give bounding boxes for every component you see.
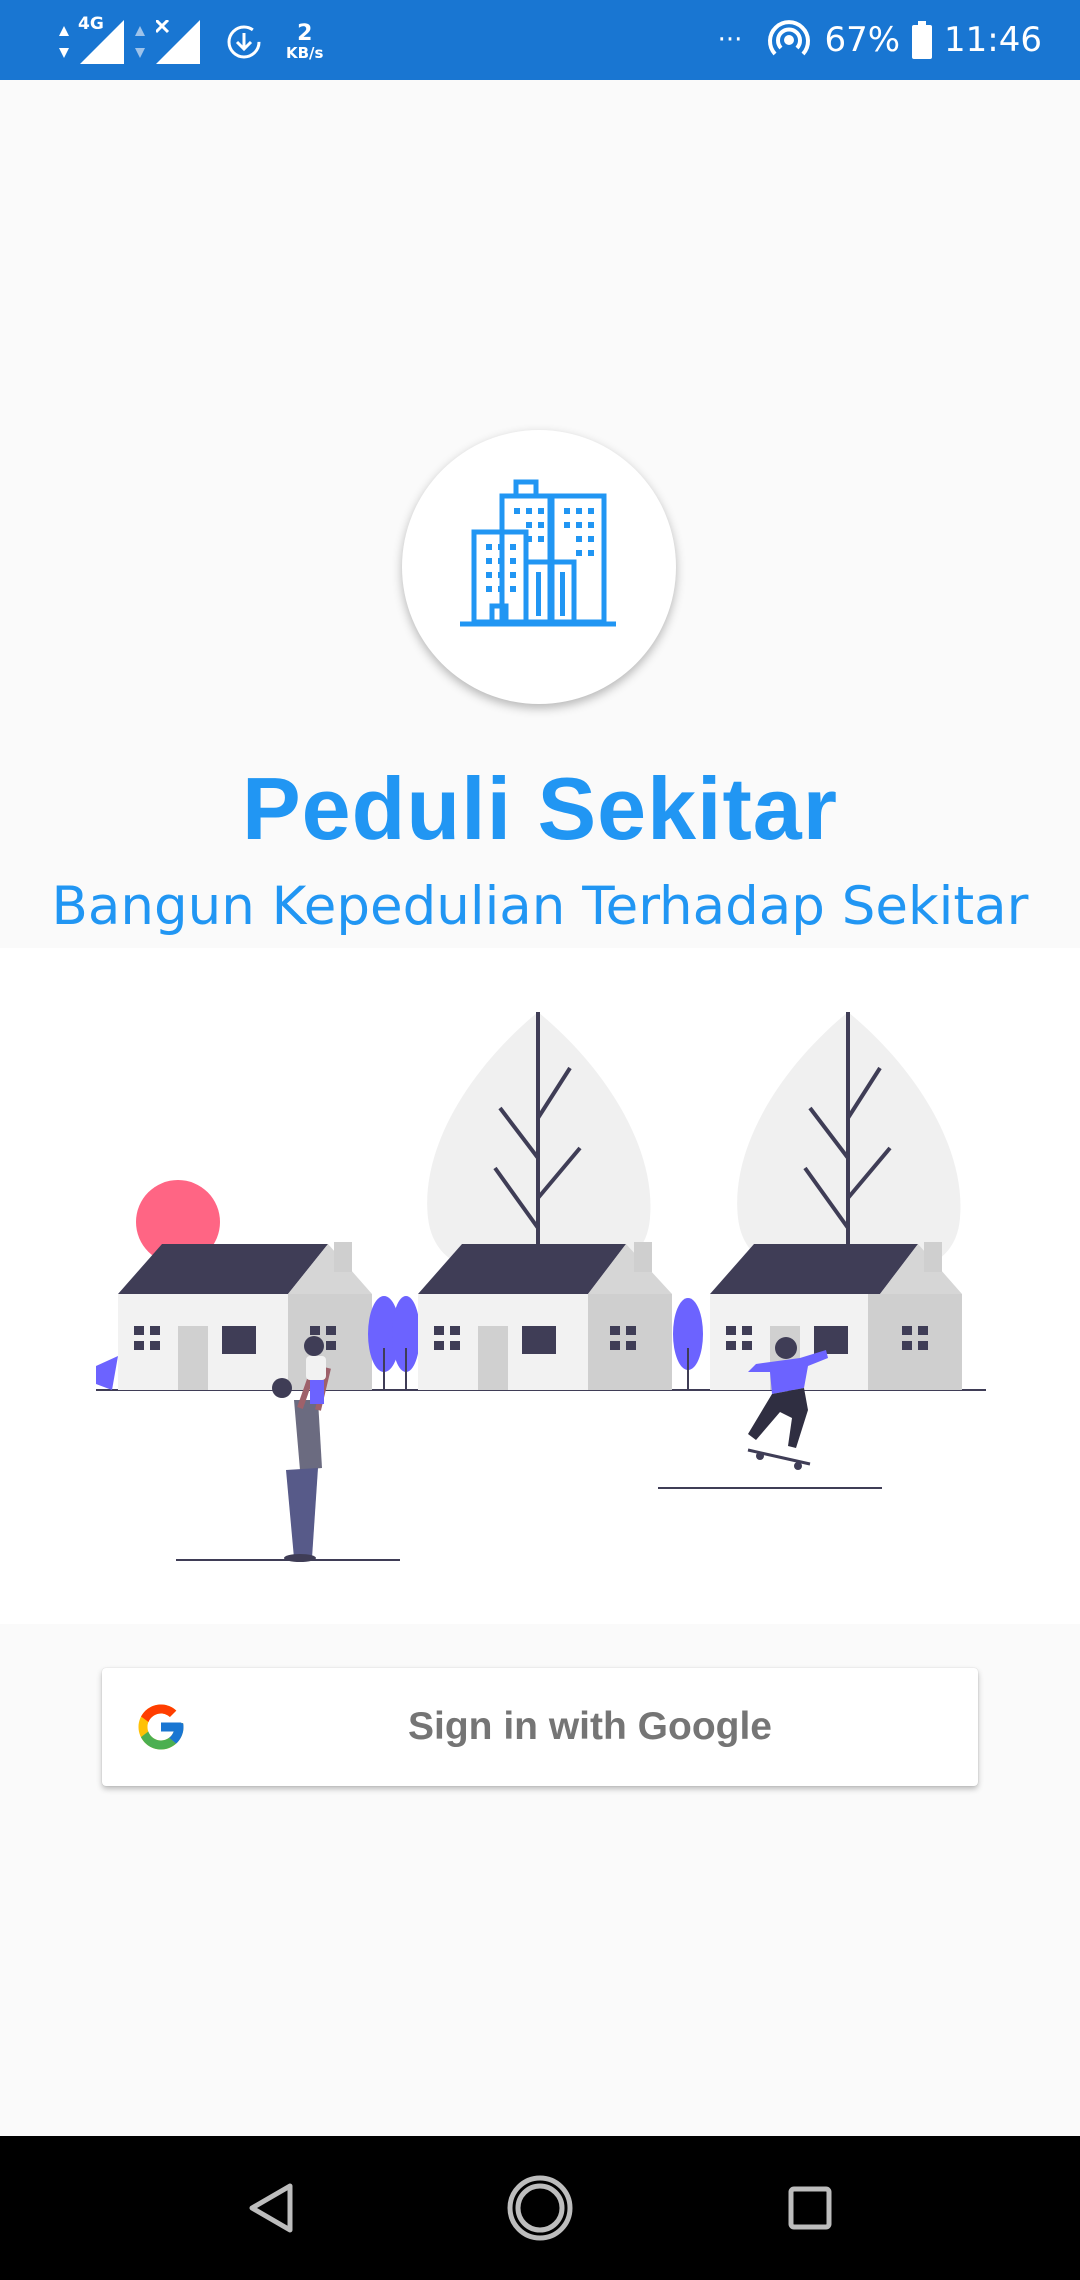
status-right-icons: ··· 67% 11:46 <box>718 0 1042 80</box>
city-buildings-icon <box>460 479 616 627</box>
navigation-bar <box>0 2136 1080 2280</box>
home-icon[interactable] <box>505 2173 575 2243</box>
data-arrows-icon-2 <box>135 26 145 58</box>
app-title: Peduli Sekitar <box>241 759 838 858</box>
clock: 11:46 <box>944 20 1042 60</box>
status-left-icons: 4G 2 KB/s <box>58 14 324 66</box>
illustration-svg <box>96 1012 986 1562</box>
signal-strength-icon: 4G <box>78 14 124 64</box>
google-logo-icon <box>138 1704 184 1750</box>
more-notifications-icon: ··· <box>717 25 743 55</box>
hotspot-icon <box>768 20 811 56</box>
app-subtitle: Bangun Kepedulian Terhadap Sekitar <box>51 876 1029 937</box>
google-sign-in-label: Sign in with Google <box>408 1705 772 1748</box>
download-icon <box>227 25 261 59</box>
data-speed: 2 KB/s <box>286 21 324 62</box>
battery-percent: 67% <box>824 20 901 60</box>
battery-icon <box>912 21 933 59</box>
google-sign-in-button[interactable]: Sign in with Google <box>102 1668 978 1786</box>
data-speed-value: 2 <box>297 21 313 46</box>
data-speed-unit: KB/s <box>286 44 324 62</box>
data-arrows-icon <box>59 26 69 58</box>
back-icon[interactable] <box>246 2180 296 2236</box>
network-type-label: 4G <box>78 14 104 34</box>
neighborhood-illustration <box>0 948 1080 1624</box>
signal-no-sim-icon <box>154 18 200 64</box>
status-bar: 4G 2 KB/s ··· 67% 11:46 <box>0 0 1080 80</box>
app-logo <box>402 430 676 704</box>
recents-icon[interactable] <box>787 2185 833 2231</box>
